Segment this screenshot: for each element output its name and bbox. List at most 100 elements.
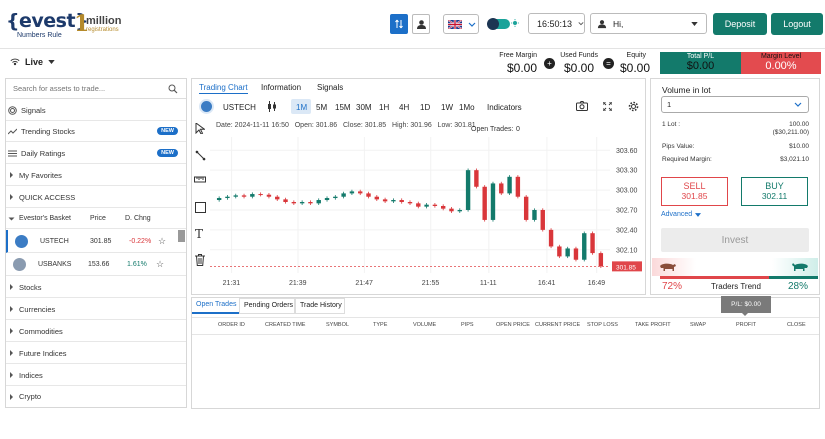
- lot-value-usd: ($30,211.00): [772, 129, 809, 136]
- user-switch-button[interactable]: [412, 14, 430, 34]
- timeframe-1d[interactable]: 1D: [420, 103, 430, 112]
- trades-divider: [192, 317, 819, 318]
- new-badge: NEW: [157, 149, 178, 157]
- col-type[interactable]: TYPE: [373, 322, 387, 328]
- candle-body: [407, 202, 413, 204]
- cursor-tool-icon[interactable]: [195, 123, 205, 134]
- col-pips[interactable]: PIPS: [461, 322, 474, 328]
- timeframe-15m[interactable]: 15M: [335, 103, 351, 112]
- timeframe-5m[interactable]: 5M: [316, 103, 327, 112]
- candle-body: [432, 204, 438, 206]
- tab-trade-history[interactable]: Trade History: [295, 298, 345, 314]
- buy-button[interactable]: BUY 302.11: [741, 177, 808, 206]
- basket-row-usbanks[interactable]: USBANKS 153.66 1.61% ☆: [6, 254, 186, 276]
- col-take-profit[interactable]: TAKE PROFIT: [635, 322, 671, 328]
- fullscreen-icon[interactable]: [603, 102, 612, 111]
- candle-body: [316, 200, 321, 204]
- user-menu[interactable]: Hi,: [590, 13, 707, 34]
- timeframe-30m[interactable]: 30M: [356, 103, 372, 112]
- timeframe-4h[interactable]: 4H: [399, 103, 409, 112]
- sell-button[interactable]: SELL 301.85: [661, 177, 728, 206]
- invest-button[interactable]: Invest: [661, 228, 809, 252]
- x-tick-label: 21:39: [289, 280, 307, 287]
- x-tick-label: 21:55: [422, 280, 440, 287]
- theme-toggle[interactable]: [487, 18, 510, 30]
- sell-label: SELL: [683, 181, 706, 191]
- clock-time: 16:50:13: [537, 18, 573, 29]
- logout-button[interactable]: Logout: [771, 13, 823, 35]
- candle-body: [565, 248, 570, 257]
- asset-search[interactable]: [6, 79, 186, 99]
- col-volume[interactable]: VOLUME: [413, 322, 436, 328]
- search-icon: [168, 84, 178, 93]
- col-order-id[interactable]: ORDER ID: [218, 322, 245, 328]
- sidebar-item-daily-ratings[interactable]: Daily Ratings NEW: [6, 143, 186, 164]
- timeframe-1w[interactable]: 1W: [441, 103, 453, 112]
- asset-search-input[interactable]: [13, 84, 163, 93]
- timeframe-1h[interactable]: 1H: [379, 103, 389, 112]
- last-price-label: 301.85: [616, 264, 636, 271]
- sidebar-item-label: Daily Ratings: [21, 148, 66, 158]
- y-tick-label: 302.40: [616, 227, 638, 234]
- account-mode-select[interactable]: Live: [10, 57, 55, 67]
- rectangle-tool-icon[interactable]: [195, 202, 206, 213]
- time-select[interactable]: 16:50:13: [528, 13, 585, 34]
- sidebar-item-quick-access[interactable]: QUICK ACCESS: [6, 187, 186, 208]
- basket-change: 1.61%: [127, 261, 147, 268]
- col-stop-loss[interactable]: STOP LOSS: [587, 322, 618, 328]
- total-pl-label: Total P/L: [686, 53, 715, 60]
- col-open-price[interactable]: OPEN PRICE: [496, 322, 530, 328]
- col-profit[interactable]: PROFIT: [736, 322, 756, 328]
- sidebar-item-my-favorites[interactable]: My Favorites: [6, 165, 186, 186]
- col-created-time[interactable]: CREATED TIME: [265, 322, 305, 328]
- basket-header[interactable]: Evestor's Basket Price D. Chng: [6, 209, 186, 229]
- tab-signals[interactable]: Signals: [317, 83, 343, 92]
- favorite-star-icon[interactable]: ☆: [156, 259, 164, 270]
- category-currencies[interactable]: Currencies: [6, 299, 186, 320]
- price-chart[interactable]: 303.60 303.30 303.00 302.70 302.40 302.10 21:3…: [210, 133, 646, 295]
- advanced-toggle[interactable]: Advanced: [661, 211, 702, 218]
- category-indices[interactable]: Indices: [6, 365, 186, 386]
- candle-body: [532, 209, 537, 220]
- volume-label: Volume in lot: [662, 85, 711, 95]
- gear-icon[interactable]: [628, 101, 639, 112]
- expand-arrow-icon: [10, 328, 13, 334]
- timeframe-1mo[interactable]: 1Mo: [459, 103, 475, 112]
- caret-down-icon: [691, 21, 698, 26]
- tab-trading-chart[interactable]: Trading Chart: [199, 83, 248, 94]
- tab-information[interactable]: Information: [261, 83, 301, 92]
- col-current-price[interactable]: CURRENT PRICE: [535, 322, 580, 328]
- trendline-tool-icon[interactable]: [195, 150, 206, 161]
- col-close[interactable]: CLOSE: [787, 322, 806, 328]
- indicators-button[interactable]: Indicators: [487, 103, 522, 112]
- switch-layout-button[interactable]: [390, 14, 408, 34]
- col-symbol[interactable]: SYMBOL: [326, 322, 349, 328]
- uk-flag-icon: [448, 19, 462, 29]
- equity-value: $0.00: [619, 61, 650, 75]
- trending-up-icon: [8, 128, 17, 134]
- trash-icon[interactable]: [195, 254, 205, 266]
- margin-level-label: Margin Level: [760, 53, 802, 60]
- deposit-button[interactable]: Deposit: [713, 13, 767, 35]
- camera-icon[interactable]: [576, 101, 588, 111]
- category-commodities[interactable]: Commodities: [6, 321, 186, 342]
- ruler-tool-icon[interactable]: [194, 176, 206, 184]
- basket-row-ustech[interactable]: USTECH 301.85 -0.22% ☆: [6, 230, 186, 253]
- text-tool-icon[interactable]: T: [195, 227, 203, 241]
- sidebar-item-trending-stocks[interactable]: Trending Stocks NEW: [6, 121, 186, 142]
- language-select[interactable]: [443, 14, 479, 34]
- x-tick-label: 21:31: [223, 280, 241, 287]
- col-swap[interactable]: SWAP: [690, 322, 706, 328]
- category-stocks[interactable]: Stocks: [6, 277, 186, 298]
- sidebar-item-signals[interactable]: Signals: [6, 100, 186, 121]
- timeframe-1m[interactable]: 1M: [296, 103, 307, 112]
- tab-open-trades[interactable]: Open Trades: [192, 298, 239, 314]
- candlestick-type-icon[interactable]: [267, 101, 277, 112]
- chart-symbol[interactable]: USTECH: [223, 103, 256, 112]
- category-crypto[interactable]: Crypto: [6, 386, 186, 407]
- category-future-indices[interactable]: Future Indices: [6, 343, 186, 364]
- candle-body: [440, 205, 446, 209]
- tab-pending-orders[interactable]: Pending Orders: [239, 298, 295, 314]
- volume-select[interactable]: 1: [661, 96, 809, 113]
- favorite-star-icon[interactable]: ☆: [158, 236, 166, 247]
